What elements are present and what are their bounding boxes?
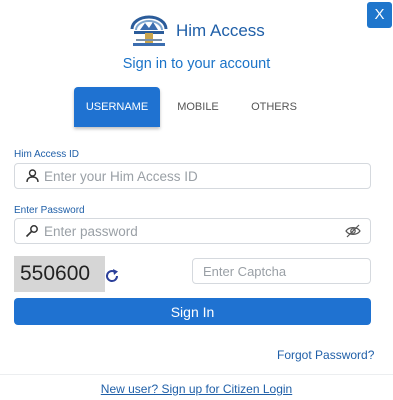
new-user-signup-link[interactable]: New user? Sign up for Citizen Login: [0, 382, 393, 396]
him-access-logo: [130, 15, 168, 46]
refresh-captcha-icon[interactable]: [104, 268, 120, 284]
tab-others[interactable]: OTHERS: [236, 87, 312, 127]
user-icon: [24, 168, 40, 184]
captcha-image: 550600: [14, 256, 105, 292]
forgot-password-link[interactable]: Forgot Password?: [277, 348, 374, 362]
sign-in-button[interactable]: Sign In: [14, 298, 371, 325]
password-label: Enter Password: [14, 205, 85, 216]
him-access-id-label: Him Access ID: [14, 149, 80, 160]
captcha-field: [192, 258, 371, 284]
eye-off-icon[interactable]: [344, 222, 362, 240]
captcha-input[interactable]: [203, 263, 370, 279]
tab-mobile[interactable]: MOBILE: [160, 87, 236, 127]
login-method-tabs: USERNAME MOBILE OTHERS: [74, 87, 312, 127]
divider: [0, 374, 393, 375]
close-button[interactable]: X: [367, 2, 392, 28]
brand-name: Him Access: [176, 21, 265, 40]
him-access-id-field: [14, 163, 371, 189]
password-field: [14, 218, 371, 244]
password-input[interactable]: [44, 223, 344, 239]
page-subtitle: Sign in to your account: [122, 56, 271, 72]
him-access-id-input[interactable]: [44, 168, 370, 184]
key-icon: [24, 223, 40, 239]
brand-header: Him Access: [130, 15, 265, 47]
tab-username[interactable]: USERNAME: [74, 87, 160, 127]
